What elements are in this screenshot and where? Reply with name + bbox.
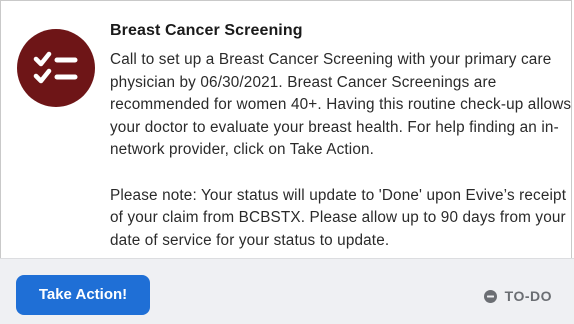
description-line: your doctor to evaluate your breast heal… xyxy=(110,118,559,136)
note-line: Please note: Your status will update to … xyxy=(110,186,567,204)
take-action-button[interactable]: Take Action! xyxy=(16,275,150,315)
card-description: Call to set up a Breast Cancer Screening… xyxy=(110,49,572,252)
status-label: TO-DO xyxy=(504,288,552,304)
description-line: network provider, click on Take Action. xyxy=(110,141,375,159)
minus-circle-icon xyxy=(483,289,497,303)
checklist-icon xyxy=(17,29,95,107)
card-title: Breast Cancer Screening xyxy=(110,22,303,39)
note-line: date of service for your status to updat… xyxy=(110,231,390,249)
task-card: Breast Cancer Screening Call to set up a… xyxy=(0,0,574,324)
card-body: Breast Cancer Screening Call to set up a… xyxy=(0,0,574,258)
card-footer: Take Action! TO-DO xyxy=(0,258,574,324)
description-line: recommended for women 40+. Having this r… xyxy=(110,96,572,114)
description-line: physician by 06/30/2021. Breast Cancer S… xyxy=(110,73,497,91)
note-line: of your claim from BCBSTX. Please allow … xyxy=(110,209,566,227)
status-badge: TO-DO xyxy=(483,288,552,304)
description-line: Call to set up a Breast Cancer Screening… xyxy=(110,51,552,68)
